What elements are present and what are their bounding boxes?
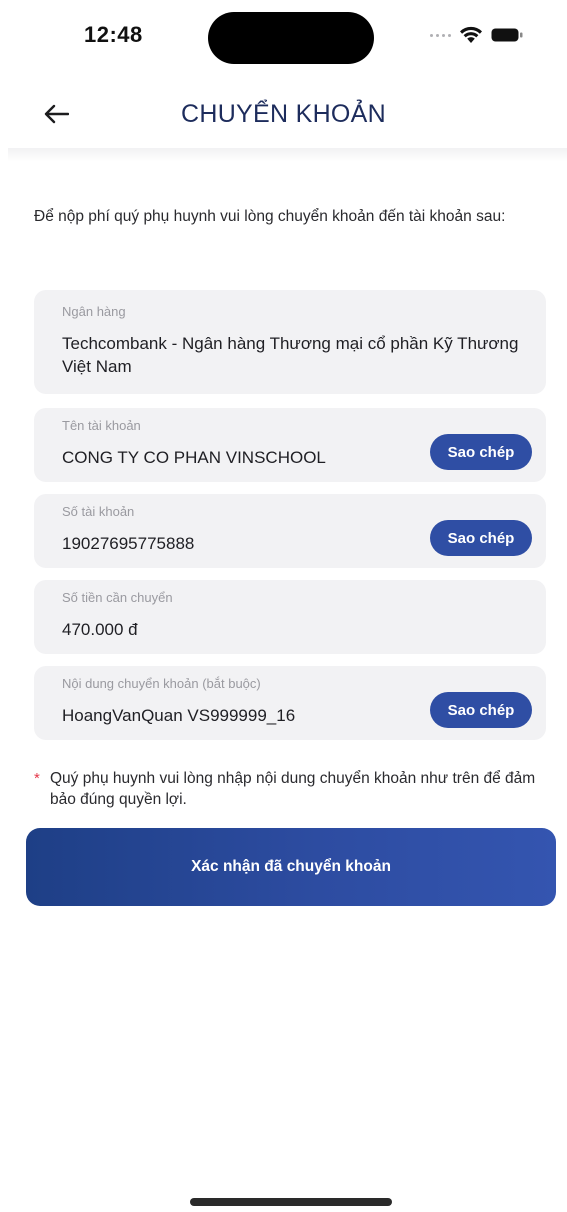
bank-value: Techcombank - Ngân hàng Thương mại cổ ph…: [62, 334, 519, 376]
battery-icon: [491, 27, 523, 43]
dynamic-island: [208, 12, 374, 64]
amount-label: Số tiền cần chuyển: [62, 590, 173, 605]
status-bar: 12:48: [0, 0, 567, 80]
header: CHUYỂN KHOẢN: [0, 88, 567, 144]
status-time: 12:48: [84, 22, 143, 47]
account-name-label: Tên tài khoản: [62, 418, 141, 433]
copy-account-name-button[interactable]: Sao chép: [430, 434, 532, 470]
note: * Quý phụ huynh vui lòng nhập nội dung c…: [34, 768, 549, 810]
home-indicator[interactable]: [190, 1198, 392, 1206]
account-number-value: 19027695775888: [62, 534, 195, 553]
confirm-transfer-button[interactable]: Xác nhận đã chuyển khoản: [26, 828, 556, 906]
amount-value: 470.000 đ: [62, 620, 138, 639]
transfer-content-label: Nội dung chuyển khoản (bắt buộc): [62, 676, 261, 691]
account-number-card: Số tài khoản 19027695775888 Sao chép: [34, 494, 546, 568]
amount-card: Số tiền cần chuyển 470.000 đ: [34, 580, 546, 654]
bank-label: Ngân hàng: [62, 304, 126, 319]
account-name-value: CONG TY CO PHAN VINSCHOOL: [62, 448, 326, 467]
bank-card: Ngân hàng Techcombank - Ngân hàng Thương…: [34, 290, 546, 394]
transfer-content-value: HoangVanQuan VS999999_16: [62, 706, 296, 725]
header-divider: [8, 148, 567, 162]
wifi-icon: [459, 26, 483, 44]
note-text: Quý phụ huynh vui lòng nhập nội dung chu…: [50, 770, 536, 808]
required-asterisk: *: [34, 770, 40, 787]
status-icons: [430, 26, 523, 44]
account-name-card: Tên tài khoản CONG TY CO PHAN VINSCHOOL …: [34, 408, 546, 482]
copy-transfer-content-button[interactable]: Sao chép: [430, 692, 532, 728]
transfer-content-card: Nội dung chuyển khoản (bắt buộc) HoangVa…: [34, 666, 546, 740]
page-title: CHUYỂN KHOẢN: [180, 100, 387, 128]
cellular-signal-icon: [430, 33, 451, 37]
account-number-label: Số tài khoản: [62, 504, 135, 519]
intro-text: Để nộp phí quý phụ huynh vui lòng chuyển…: [34, 208, 506, 225]
copy-account-number-button[interactable]: Sao chép: [430, 520, 532, 556]
